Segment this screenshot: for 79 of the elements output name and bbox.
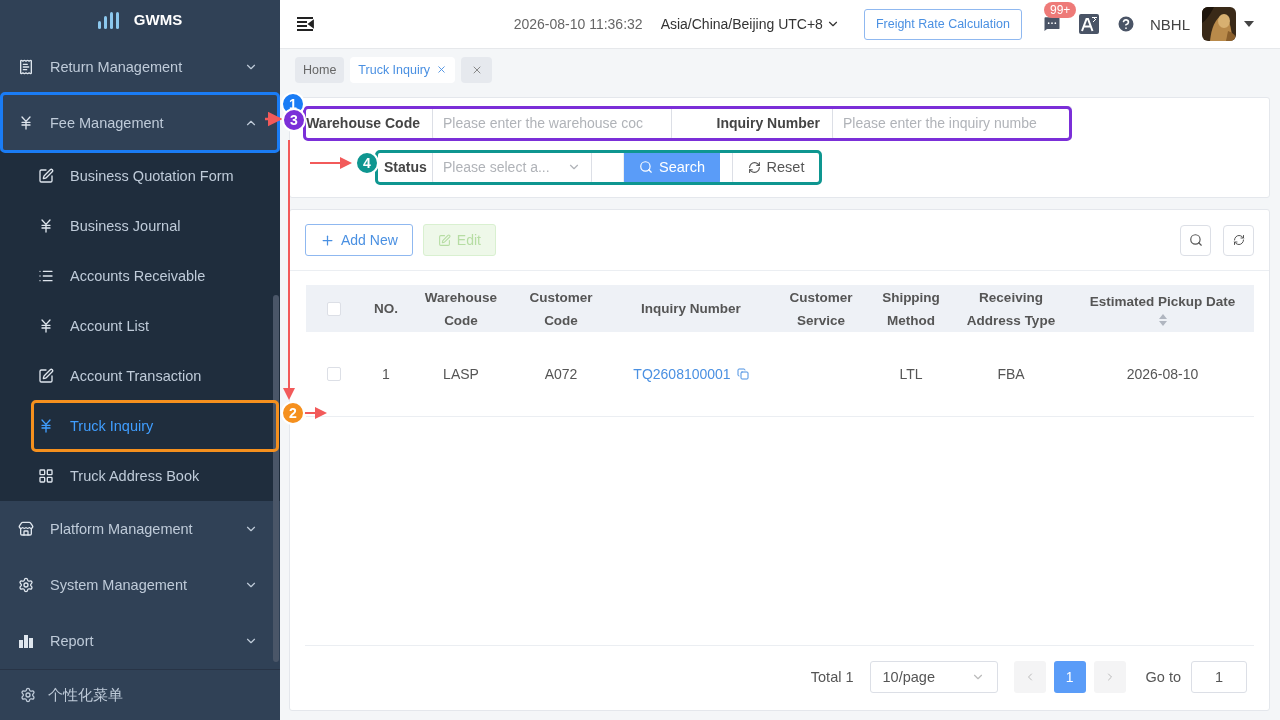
field-label: Warehouse Code [305, 115, 421, 131]
step-marker: 3 [282, 108, 306, 132]
table-cell: A072 [544, 366, 578, 382]
logo-text: GWMS [133, 11, 183, 28]
close-icon[interactable] [436, 64, 448, 75]
grid-icon [38, 468, 54, 484]
date-time: 2026-08-10 11:36:32 [513, 16, 643, 32]
sort-icon[interactable] [1157, 313, 1168, 327]
submenu-item[interactable]: Truck Inquiry [0, 401, 280, 451]
column-header: Shipping Method [871, 285, 951, 332]
logo-icon [97, 10, 120, 29]
column-header: Customer Service [771, 285, 871, 332]
refresh-button[interactable] [1223, 224, 1254, 256]
search-icon [1188, 233, 1203, 247]
page-size-select[interactable]: 10/page [869, 661, 998, 693]
inquiry-link[interactable]: TQ2608100001 [633, 366, 731, 382]
total-count: Total 1 [810, 669, 854, 685]
timezone-dropdown[interactable]: Asia/China/Beijing UTC+8 [660, 16, 840, 32]
refresh-icon [1232, 234, 1245, 246]
column-header: Warehouse Code [411, 285, 511, 332]
row-checkbox[interactable] [326, 367, 341, 381]
column-header: Receiving Address Type [951, 285, 1071, 332]
bar-chart-icon [18, 633, 34, 649]
list-icon [38, 268, 54, 284]
scrollbar[interactable] [273, 295, 279, 662]
select-all-checkbox[interactable] [326, 301, 341, 316]
refresh-icon [747, 160, 761, 174]
table-cell: 2026-08-10 [1126, 366, 1199, 382]
submenu-item[interactable]: Business Quotation Form [0, 151, 280, 201]
yen-icon [38, 218, 54, 234]
arrow [309, 157, 352, 169]
yen-icon [38, 418, 54, 434]
help-button[interactable] [1116, 14, 1136, 34]
edit-icon [38, 168, 54, 184]
column-header: Inquiry Number [611, 285, 771, 332]
page-tab[interactable]: Truck Inquiry [350, 56, 456, 83]
yen-icon [18, 115, 34, 131]
notification-badge: 99+ [1044, 2, 1077, 18]
freight-rate-button[interactable]: Freight Rate Calculation [863, 8, 1022, 40]
submenu-item[interactable]: Business Journal [0, 201, 280, 251]
plus-icon [320, 232, 335, 248]
arrow [302, 407, 327, 419]
caret-icon[interactable] [1244, 21, 1254, 27]
search-icon [639, 160, 653, 174]
store-icon [18, 521, 34, 537]
arrow [265, 111, 283, 127]
go-to-field[interactable]: 1 [1191, 661, 1247, 693]
table-cell: LASP [443, 366, 479, 382]
table-cell: 1 [382, 366, 390, 382]
column-header: Estimated Pickup Date [1071, 285, 1254, 332]
search-button[interactable] [1180, 224, 1211, 256]
user-name: NBHL [1150, 15, 1190, 33]
field-label: Inquiry Number [715, 115, 821, 131]
column-header: NO. [361, 285, 411, 332]
gear-icon [18, 577, 34, 593]
field-label: Status [384, 159, 428, 175]
edit-icon [437, 233, 451, 247]
settings-icon [20, 687, 36, 703]
receipt-icon [18, 59, 34, 75]
submenu-item[interactable]: Account List [0, 301, 280, 351]
yen-icon [38, 318, 54, 334]
message-icon [1042, 14, 1062, 34]
table-cell: LTL [899, 366, 923, 382]
messages-button[interactable] [1042, 14, 1062, 34]
translate-icon [1079, 14, 1099, 34]
menu-collapse-icon[interactable] [296, 16, 314, 32]
column-header: Customer Code [511, 285, 611, 332]
edit-icon [38, 368, 54, 384]
add-new-button[interactable]: Add New [305, 224, 413, 256]
go-to-label: Go to [1145, 669, 1181, 685]
translate-button[interactable] [1079, 14, 1099, 34]
submenu-item[interactable]: Account Transaction [0, 351, 280, 401]
page-tab[interactable]: Home [295, 56, 345, 83]
submenu-item[interactable]: Truck Address Book [0, 451, 280, 501]
copy-icon[interactable] [736, 368, 749, 380]
step-marker: 2 [281, 401, 305, 425]
help-icon [1116, 14, 1136, 34]
submenu-item[interactable]: Accounts Receivable [0, 251, 280, 301]
table-cell: FBA [997, 366, 1025, 382]
